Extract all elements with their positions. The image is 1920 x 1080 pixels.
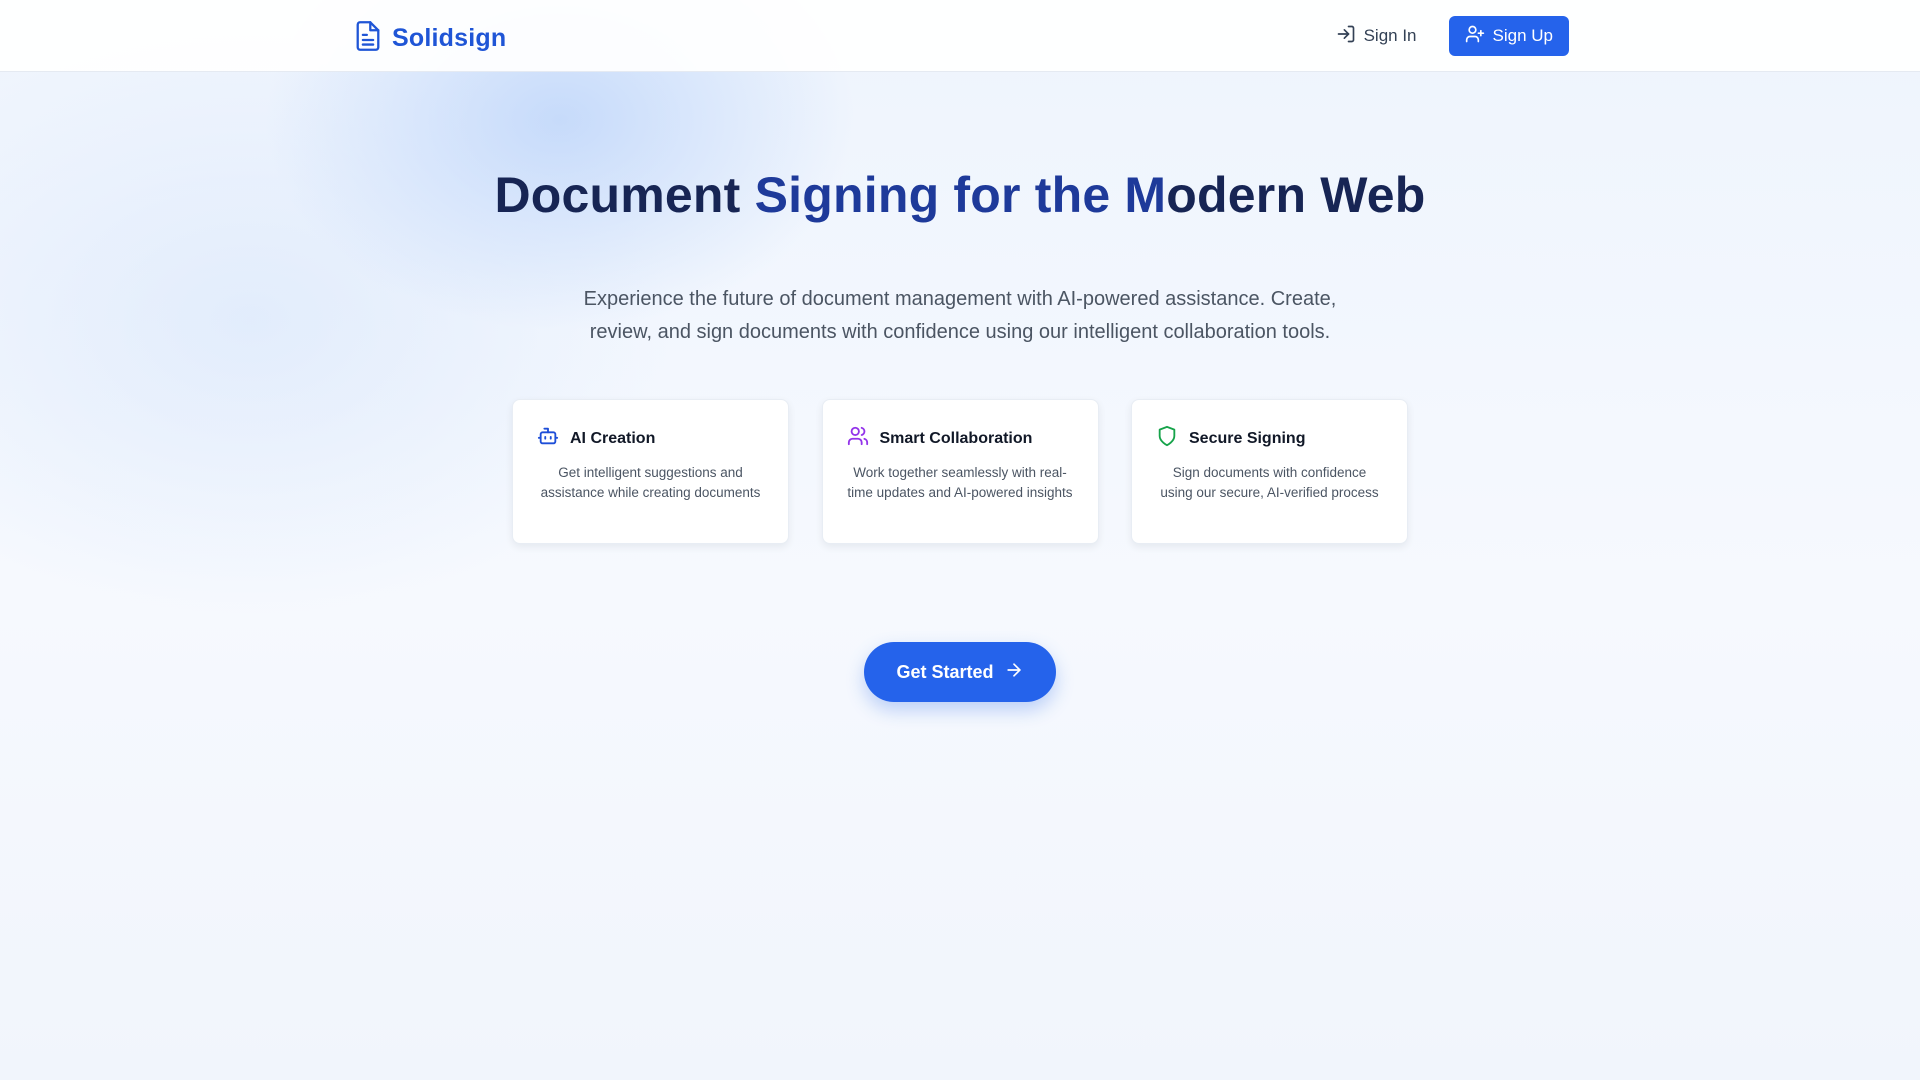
feature-title: AI Creation (570, 429, 656, 447)
sign-in-label: Sign In (1363, 26, 1417, 45)
hero-title-part1: Document (494, 167, 755, 223)
log-in-icon (1336, 24, 1356, 49)
hero-title-part2: odern Web (1166, 167, 1426, 223)
feature-description: Work together seamlessly with real-time … (847, 465, 1073, 500)
hero-title: Document Signing for the Modern Web (0, 165, 1920, 225)
cta-container: Get Started (0, 642, 1920, 702)
bot-icon (537, 425, 559, 452)
feature-title: Smart Collaboration (879, 429, 1033, 447)
get-started-button[interactable]: Get Started (864, 642, 1056, 702)
hero-subtitle: Experience the future of document manage… (583, 288, 1337, 343)
feature-card-smart-collaboration: Smart Collaboration Work together seamle… (821, 399, 1099, 544)
sign-in-button[interactable]: Sign In (1324, 16, 1429, 56)
sign-up-button[interactable]: Sign Up (1448, 16, 1569, 56)
brand-name: Solidsign (392, 24, 507, 52)
hero-title-accent: Signing for the M (754, 167, 1167, 223)
feature-description: Sign documents with confidence using our… (1160, 465, 1379, 500)
feature-card-header: Smart Collaboration (847, 425, 1074, 452)
user-plus-icon (1465, 24, 1485, 49)
feature-card-header: AI Creation (537, 425, 764, 452)
feature-card-ai-creation: AI Creation Get intelligent suggestions … (512, 399, 789, 544)
feature-cards: AI Creation Get intelligent suggestions … (512, 399, 1408, 544)
brand-logo-link[interactable]: Solidsign (354, 20, 506, 57)
arrow-right-icon (1004, 660, 1024, 685)
nav-actions: Sign In Sign Up (1324, 16, 1569, 56)
file-text-icon (354, 20, 382, 57)
feature-card-secure-signing: Secure Signing Sign documents with confi… (1131, 399, 1408, 544)
feature-description: Get intelligent suggestions and assistan… (540, 465, 761, 500)
shield-icon (1156, 425, 1178, 452)
hero-section: Document Signing for the Modern Web Expe… (0, 72, 1920, 702)
top-navbar: Solidsign Sign In Sign Up (0, 0, 1920, 72)
feature-title: Secure Signing (1189, 429, 1306, 447)
sign-up-label: Sign Up (1492, 26, 1553, 45)
users-icon (847, 425, 869, 452)
feature-card-header: Secure Signing (1156, 425, 1383, 452)
get-started-label: Get Started (896, 661, 994, 682)
